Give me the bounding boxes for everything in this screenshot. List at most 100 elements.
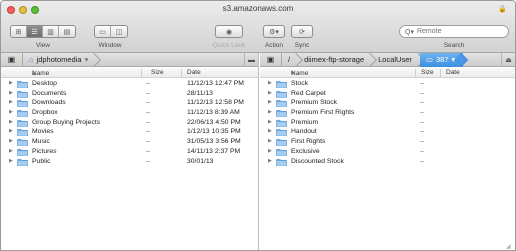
file-size: -- <box>146 128 151 136</box>
file-list-row[interactable]: ▶ Premium Stock -- <box>260 98 515 108</box>
file-list-row[interactable]: ▶ Premium First Rights -- <box>260 108 515 118</box>
disclosure-triangle-icon[interactable]: ▶ <box>268 109 272 115</box>
drive-icon[interactable]: ▣ <box>1 52 23 67</box>
file-list-row[interactable]: ▶ Downloads -- 11/12/13 12:58 PM <box>1 98 258 108</box>
remote-drive-icon[interactable]: ▣ <box>260 52 282 67</box>
file-list-row[interactable]: ▶ Movies -- 1/12/13 10:35 PM <box>1 127 258 137</box>
file-size: -- <box>146 99 151 107</box>
date-column-header[interactable]: Date <box>446 69 460 76</box>
path-crumb-bucket[interactable]: diimex-ftp-storage <box>298 53 372 67</box>
file-size: -- <box>146 138 151 146</box>
folder-icon <box>276 139 287 147</box>
coverflow-view-button[interactable]: ▤ <box>59 26 75 37</box>
file-list-row[interactable]: ▶ Documents -- 28/11/13 <box>1 89 258 99</box>
search-icon: Q▾ <box>405 28 414 36</box>
file-list-row[interactable]: ▶ Premium -- <box>260 118 515 128</box>
file-list-row[interactable]: ▶ Stock -- <box>260 79 515 89</box>
path-crumb-root[interactable]: / <box>282 53 298 67</box>
file-size: -- <box>420 157 425 165</box>
file-date: 28/11/13 <box>187 89 213 97</box>
file-list-row[interactable]: ▶ Group Buying Projects -- 22/06/13 4:50 PM <box>1 118 258 128</box>
quick-look-label: Quick Look <box>212 42 246 49</box>
disclosure-triangle-icon[interactable]: ▶ <box>268 138 272 144</box>
path-crumb-current[interactable]: ▭ 387 ▾ <box>419 52 464 67</box>
file-date: 22/06/13 4:50 PM <box>187 118 241 126</box>
folder-icon <box>17 119 28 127</box>
file-date: 30/01/13 <box>187 157 214 165</box>
folder-icon <box>276 119 287 127</box>
folder-icon <box>276 110 287 118</box>
remote-browser-pane: ▣ / diimex-ftp-storage LocalUser ▭ 387 ▾… <box>260 52 515 250</box>
file-size: -- <box>146 157 151 165</box>
resize-grip-icon[interactable]: ◢ <box>506 243 512 250</box>
name-column-header[interactable]: Name ▾ <box>291 69 308 77</box>
file-list-row[interactable]: ▶ Public -- 30/01/13 <box>1 157 258 167</box>
path-crumb-localuser[interactable]: LocalUser <box>372 53 420 67</box>
file-list-row[interactable]: ▶ Exclusive -- <box>260 147 515 157</box>
file-size: -- <box>420 147 425 155</box>
disclosure-triangle-icon[interactable]: ▶ <box>9 138 13 144</box>
dual-pane-button[interactable]: ◫ <box>111 26 127 37</box>
file-list-row[interactable]: ▶ Desktop -- 11/12/13 12:47 PM <box>1 79 258 89</box>
search-input[interactable] <box>416 28 505 35</box>
disclosure-triangle-icon[interactable]: ▶ <box>9 109 13 115</box>
disclosure-triangle-icon[interactable]: ▶ <box>9 128 13 134</box>
disclosure-triangle-icon[interactable]: ▶ <box>9 80 13 86</box>
sync-button[interactable]: ⟳ <box>291 25 313 38</box>
search-field[interactable]: Q▾ <box>399 25 509 38</box>
quick-look-button[interactable]: ◉ <box>215 25 243 38</box>
file-list-row[interactable]: ▶ Pictures -- 14/11/13 2:37 PM <box>1 147 258 157</box>
disclosure-triangle-icon[interactable]: ▶ <box>268 148 272 154</box>
disclosure-triangle-icon[interactable]: ▶ <box>268 119 272 125</box>
folder-icon <box>17 129 28 137</box>
disclosure-triangle-icon[interactable]: ▶ <box>268 99 272 105</box>
file-date: 11/12/13 8:39 AM <box>187 109 240 117</box>
action-button[interactable]: ⚙▾ <box>263 25 285 38</box>
right-column-header: Name ▾ Size Date <box>260 68 515 78</box>
disclosure-triangle-icon[interactable]: ▶ <box>9 119 13 125</box>
chevron-down-icon: ▾ <box>451 55 456 64</box>
disclosure-triangle-icon[interactable]: ▶ <box>268 128 272 134</box>
single-pane-button[interactable]: ▭ <box>95 26 111 37</box>
disclosure-triangle-icon[interactable]: ▶ <box>9 158 13 164</box>
icon-view-button[interactable]: ⊞ <box>11 26 27 37</box>
column-view-button[interactable]: ▥ <box>43 26 59 37</box>
right-file-list: ▶ Stock -- ▶ Red Carpet -- ▶ Premium Stock -- ▶ Pr… <box>260 79 515 166</box>
file-name: Dropbox <box>32 109 58 117</box>
app-window: s3.amazonaws.com 🔒 ⊞ ☰ ▥ ▤ View ▭ ◫ Wind… <box>0 0 516 251</box>
file-list-row[interactable]: ▶ Music -- 31/05/13 3:56 PM <box>1 137 258 147</box>
window-label: Window <box>98 42 122 49</box>
size-column-header[interactable]: Size <box>421 69 434 76</box>
file-name: Premium Stock <box>291 99 338 107</box>
size-column-header[interactable]: Size <box>151 69 164 76</box>
eye-icon: ◉ <box>225 28 233 36</box>
left-pane-menu-button[interactable]: ▬ <box>244 53 258 67</box>
disclosure-triangle-icon[interactable]: ▶ <box>9 90 13 96</box>
view-label: View <box>36 42 50 49</box>
path-crumb-home[interactable]: ⌂ jdphotomedia ▾ <box>23 53 96 67</box>
folder-icon <box>17 80 28 88</box>
disclosure-triangle-icon[interactable]: ▶ <box>9 148 13 154</box>
disclosure-triangle-icon[interactable]: ▶ <box>268 90 272 96</box>
path-crumb-label: jdphotomedia <box>36 55 82 64</box>
disclosure-triangle-icon[interactable]: ▶ <box>268 158 272 164</box>
name-column-header[interactable]: Name ▴ <box>32 69 49 77</box>
file-date: 11/12/13 12:47 PM <box>187 80 244 87</box>
path-crumb-label: / <box>288 55 291 64</box>
list-view-button[interactable]: ☰ <box>27 26 43 37</box>
disclosure-triangle-icon[interactable]: ▶ <box>9 99 13 105</box>
gear-icon: ⚙▾ <box>269 28 279 36</box>
left-column-header: Name ▴ Size Date <box>1 68 258 78</box>
file-list-row[interactable]: ▶ Handout -- <box>260 127 515 137</box>
file-list-row[interactable]: ▶ First Rights -- <box>260 137 515 147</box>
file-name: Stock <box>291 80 308 87</box>
file-list-row[interactable]: ▶ Discounted Stock -- <box>260 157 515 167</box>
disclosure-triangle-icon[interactable]: ▶ <box>268 80 272 86</box>
action-label: Action <box>264 42 284 49</box>
file-list-row[interactable]: ▶ Red Carpet -- <box>260 89 515 99</box>
left-path-bar: ▣ ⌂ jdphotomedia ▾ ▬ <box>1 52 258 67</box>
date-column-header[interactable]: Date <box>187 69 201 76</box>
file-name: Documents <box>32 89 67 97</box>
eject-icon[interactable]: ⏏ <box>501 53 515 67</box>
file-list-row[interactable]: ▶ Dropbox -- 11/12/13 8:39 AM <box>1 108 258 118</box>
